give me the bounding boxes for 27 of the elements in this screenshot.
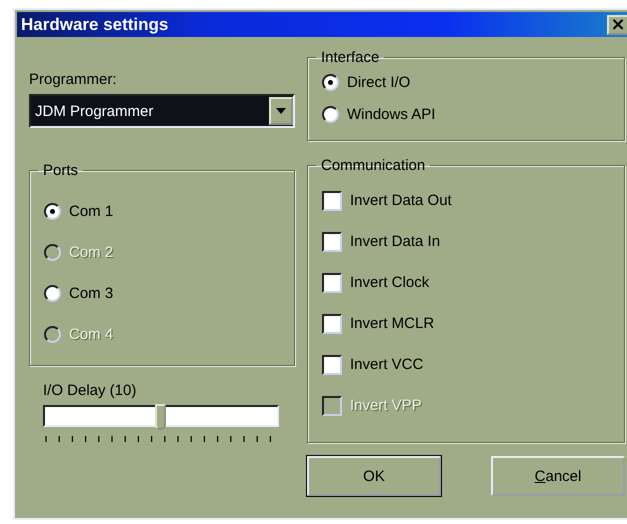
port-radio-option[interactable]: Com 3: [44, 273, 280, 314]
programmer-dropdown[interactable]: JDM Programmer: [29, 94, 295, 128]
radio-button[interactable]: [44, 203, 61, 220]
checkbox-option[interactable]: Invert Data In: [322, 221, 610, 262]
radio-button[interactable]: [322, 74, 339, 90]
slider-thumb[interactable]: [155, 404, 166, 430]
radio-button[interactable]: [44, 285, 61, 302]
cancel-button[interactable]: Cancel: [491, 456, 625, 496]
checkbox-option[interactable]: Invert VCC: [322, 344, 610, 385]
port-radio-option[interactable]: Com 1: [44, 191, 280, 232]
close-button[interactable]: ×: [607, 14, 627, 34]
checkbox-option[interactable]: Invert MCLR: [322, 303, 610, 344]
checkbox[interactable]: [322, 272, 342, 292]
checkbox[interactable]: [322, 232, 342, 252]
checkbox[interactable]: [322, 314, 342, 334]
interface-radio-option[interactable]: Windows API: [322, 98, 610, 130]
checkbox-option[interactable]: Invert Data Out: [322, 180, 610, 221]
ok-button[interactable]: OK: [307, 456, 441, 496]
radio-button[interactable]: [322, 106, 339, 122]
window-title: Hardware settings: [21, 14, 168, 34]
io-delay-label: I/O Delay (10): [43, 382, 138, 399]
interface-radio-option[interactable]: Direct I/O: [322, 66, 610, 98]
checkbox-option[interactable]: Invert Clock: [322, 262, 610, 303]
programmer-label: Programmer:: [29, 71, 118, 88]
checkbox[interactable]: [322, 354, 342, 374]
checkbox[interactable]: [322, 190, 342, 210]
slider-track[interactable]: [43, 405, 279, 427]
